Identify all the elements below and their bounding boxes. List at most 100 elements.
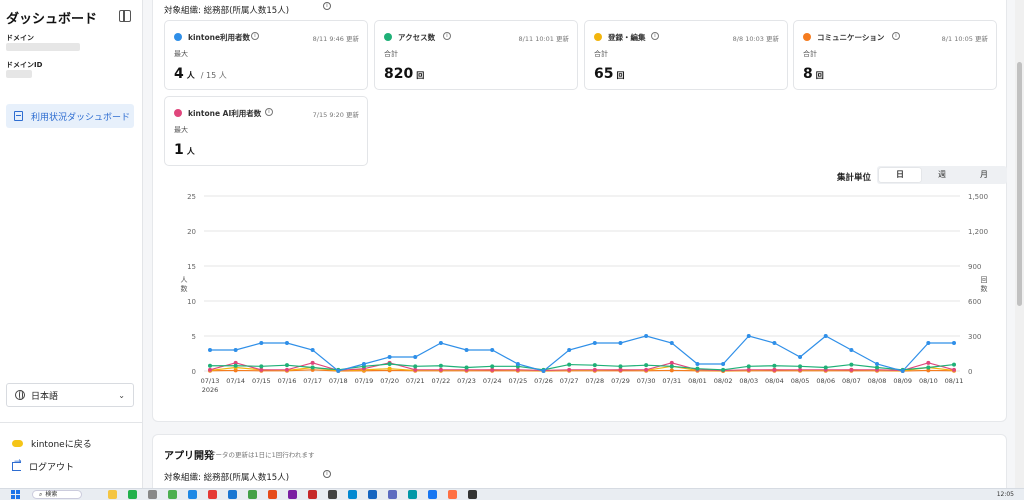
x-tick-label: 08/11 bbox=[945, 377, 964, 385]
data-point bbox=[592, 363, 597, 368]
x-tick-label: 08/10 bbox=[919, 377, 938, 385]
data-point bbox=[541, 369, 546, 373]
clock: 12:05 bbox=[996, 491, 1014, 498]
data-point bbox=[695, 366, 700, 371]
data-point bbox=[413, 364, 418, 369]
app-icon[interactable] bbox=[248, 490, 257, 499]
data-point bbox=[644, 334, 649, 338]
app-icon[interactable] bbox=[308, 490, 317, 499]
app-icon[interactable] bbox=[348, 490, 357, 499]
edge-browser-icon[interactable] bbox=[188, 490, 197, 499]
info-icon[interactable]: i bbox=[892, 32, 900, 40]
app-icon[interactable] bbox=[468, 490, 477, 499]
app-icon[interactable] bbox=[388, 490, 397, 499]
card-updated: 8/1 10:05 更新 bbox=[941, 35, 988, 43]
unit-option-day[interactable]: 日 bbox=[879, 168, 921, 182]
x-tick-label: 07/30 bbox=[637, 377, 656, 385]
app-icon[interactable] bbox=[448, 490, 457, 499]
language-select[interactable]: 日本語 ⌄ bbox=[6, 383, 134, 407]
sidebar-item-usage-dashboard[interactable]: 利用状況ダッシュボード bbox=[6, 104, 134, 128]
org-label: 対象組織: 総務部(所属人数15人) bbox=[164, 473, 290, 483]
info-icon[interactable]: i bbox=[265, 108, 273, 116]
data-point bbox=[926, 360, 931, 365]
folder-icon[interactable] bbox=[108, 490, 117, 499]
card-color-dot bbox=[594, 33, 602, 41]
info-icon[interactable]: i bbox=[251, 32, 259, 40]
x-tick-label: 08/08 bbox=[868, 377, 887, 385]
data-point bbox=[208, 363, 212, 368]
app-icon[interactable] bbox=[328, 490, 337, 499]
y-axis-label-right: 回 bbox=[981, 276, 988, 284]
data-point bbox=[592, 341, 597, 345]
windows-start-icon[interactable] bbox=[11, 490, 20, 499]
logout-label: ログアウト bbox=[29, 463, 75, 473]
page-scrollbar[interactable] bbox=[1015, 0, 1024, 488]
data-point bbox=[669, 341, 674, 345]
card-title: kintone利用者数 bbox=[188, 33, 251, 42]
usage-panel: 対象組織: 総務部(所属人数15人) i kintone利用者数 i 8/11 … bbox=[152, 0, 1007, 422]
app-icon[interactable] bbox=[148, 490, 157, 499]
data-point bbox=[284, 341, 289, 345]
info-icon[interactable]: i bbox=[651, 32, 659, 40]
app-icon[interactable] bbox=[168, 490, 177, 499]
card-communication: コミュニケーション i 8/1 10:05 更新 合計 8 回 bbox=[793, 20, 997, 90]
data-point bbox=[567, 362, 572, 367]
data-point bbox=[695, 362, 700, 366]
data-point bbox=[875, 365, 880, 370]
data-point bbox=[310, 360, 315, 365]
domain-label: ドメイン bbox=[6, 34, 34, 42]
data-point bbox=[823, 365, 828, 370]
app-icon[interactable] bbox=[408, 490, 417, 499]
scrollbar-thumb[interactable] bbox=[1017, 62, 1022, 306]
data-point bbox=[669, 368, 674, 373]
domain-value-redacted bbox=[6, 43, 80, 51]
domain-id-label: ドメインID bbox=[6, 61, 43, 69]
data-point bbox=[721, 362, 726, 366]
data-point bbox=[361, 362, 366, 366]
logout-link[interactable]: ログアウト bbox=[12, 457, 75, 473]
value-number: 65 bbox=[594, 66, 614, 82]
y-axis-label-left: 人 bbox=[181, 276, 188, 284]
data-point bbox=[284, 363, 289, 368]
info-icon[interactable]: i bbox=[323, 2, 331, 10]
y-tick-label-left: 10 bbox=[187, 298, 196, 306]
info-icon[interactable]: i bbox=[443, 32, 451, 40]
data-point bbox=[952, 367, 956, 372]
vscode-icon[interactable] bbox=[368, 490, 377, 499]
data-point bbox=[875, 362, 880, 366]
taskbar-search[interactable]: ⌕ 検索 bbox=[32, 490, 82, 499]
app-icon[interactable] bbox=[228, 490, 237, 499]
x-tick-label: 07/13 bbox=[201, 377, 220, 385]
x-tick-label: 07/21 bbox=[406, 377, 425, 385]
data-point bbox=[618, 364, 623, 369]
app-icon[interactable] bbox=[428, 490, 437, 499]
kintone-cloud-icon bbox=[12, 440, 23, 447]
sidebar: ダッシュボード ドメイン ドメインID 利用状況ダッシュボード 日本語 ⌄ ki… bbox=[0, 0, 143, 488]
card-sub: 合計 bbox=[384, 50, 398, 58]
data-point bbox=[669, 364, 674, 369]
back-to-kintone-link[interactable]: kintoneに戻る bbox=[12, 437, 92, 450]
value-unit: 人 bbox=[186, 147, 195, 156]
value-unit: 回 bbox=[416, 71, 425, 80]
card-title: コミュニケーション bbox=[817, 33, 885, 42]
data-point bbox=[772, 367, 777, 372]
data-point bbox=[387, 355, 392, 359]
aggregation-unit-toggle: 日 週 月 bbox=[877, 166, 1007, 184]
chrome-browser-icon[interactable] bbox=[208, 490, 217, 499]
unit-option-week[interactable]: 週 bbox=[921, 168, 963, 182]
unit-option-month[interactable]: 月 bbox=[963, 168, 1005, 182]
data-point bbox=[490, 367, 495, 372]
y-tick-label-left: 0 bbox=[192, 368, 196, 376]
x-tick-label: 07/29 bbox=[611, 377, 630, 385]
data-point bbox=[900, 369, 905, 373]
sidebar-divider bbox=[0, 422, 142, 423]
info-icon[interactable]: i bbox=[323, 470, 331, 478]
app-icon[interactable] bbox=[268, 490, 277, 499]
card-updated: 8/8 10:03 更新 bbox=[732, 35, 779, 43]
globe-icon bbox=[15, 390, 25, 400]
y-tick-label-right: 900 bbox=[968, 263, 981, 271]
app-icon[interactable] bbox=[288, 490, 297, 499]
y-tick-label-right: 0 bbox=[968, 368, 972, 376]
line-app-icon[interactable] bbox=[128, 490, 137, 499]
sidebar-collapse-icon[interactable] bbox=[119, 10, 131, 22]
